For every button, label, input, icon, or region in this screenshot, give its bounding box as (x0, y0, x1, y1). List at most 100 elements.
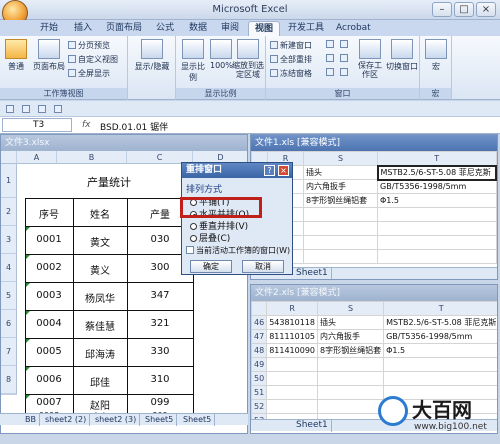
cell[interactable]: GB/T5356-1998/5mm (377, 179, 497, 194)
undo-icon[interactable] (22, 105, 30, 113)
help-icon[interactable]: ? (264, 165, 275, 176)
select-all-corner[interactable] (1, 151, 17, 164)
cell-name[interactable]: 邱海涛 (73, 346, 127, 361)
maximize-button[interactable]: □ (454, 2, 474, 17)
tab-home[interactable]: 开始 (34, 21, 64, 36)
new-window-button[interactable]: 新建窗口 (270, 40, 312, 51)
column-header-b[interactable]: B (57, 151, 127, 164)
cell-output[interactable]: 330 (127, 346, 193, 357)
column-header-r[interactable]: R (266, 301, 318, 316)
normal-view-button[interactable]: 普通 (4, 39, 28, 72)
save-workspace-button[interactable]: 保存工作区 (356, 39, 384, 79)
select-all-corner[interactable] (251, 301, 268, 316)
row-header[interactable]: 51 (251, 385, 268, 400)
column-header-t[interactable]: T (377, 151, 497, 166)
save-icon[interactable] (6, 105, 14, 113)
row-header-4[interactable]: 4 (1, 254, 17, 282)
sheet-tab[interactable]: Sheet5 (142, 414, 178, 426)
cell-id[interactable]: 0002 (25, 262, 73, 273)
cell[interactable]: GB/T5356-1998/5mm (383, 329, 497, 344)
cell[interactable]: 内六角扳手 (316, 329, 385, 344)
cell[interactable]: 8字形钢丝绳铝套 (303, 193, 378, 208)
cell-name[interactable]: 黄文 (73, 234, 127, 249)
cell-id[interactable]: 0004 (25, 318, 73, 329)
cell-id[interactable]: 0005 (25, 346, 73, 357)
tab-formulas[interactable]: 公式 (150, 21, 180, 36)
unhide-button[interactable] (326, 68, 336, 77)
cell-name[interactable]: 邱佳 (73, 374, 127, 389)
row-header-1[interactable]: 1 (1, 164, 17, 198)
sheet-tab[interactable]: Sheet5 (180, 414, 216, 426)
reset-window-button[interactable] (340, 68, 350, 77)
cell[interactable]: 插头 (316, 315, 385, 330)
zoom-button[interactable]: 显示比例 (178, 39, 208, 83)
tab-insert[interactable]: 插入 (68, 21, 98, 36)
split-button[interactable] (326, 40, 336, 49)
row-header[interactable]: 52 (251, 399, 268, 414)
active-workbook-checkbox[interactable]: 当前活动工作簿的窗口(W) (186, 245, 290, 256)
row-header[interactable]: 49 (251, 357, 268, 372)
cell-output[interactable]: 321 (127, 318, 193, 329)
option-cascade[interactable]: 层叠(C) (190, 231, 230, 244)
cell[interactable]: 插头 (303, 165, 378, 180)
cell-output[interactable]: 347 (127, 290, 193, 301)
show-hide-button[interactable]: 显示/隐藏 (132, 39, 172, 72)
row-header-9[interactable] (1, 394, 17, 395)
sheet-tab[interactable]: BB (22, 414, 40, 426)
cell[interactable]: 811410090 (266, 343, 318, 358)
custom-views-button[interactable]: 自定义视图 (68, 54, 118, 65)
column-header-s[interactable]: S (316, 301, 385, 316)
cell-name[interactable]: 杨凤华 (73, 290, 127, 305)
cell-selected[interactable]: MSTB2.5/6-ST-5.08 菲尼克斯 (376, 164, 497, 181)
tab-review[interactable]: 审阅 (215, 21, 245, 36)
row-header-6[interactable]: 6 (1, 310, 17, 338)
cell-name[interactable]: 赵阳 (73, 397, 127, 412)
cell[interactable]: 811110105 (266, 329, 318, 344)
minimize-button[interactable]: – (432, 2, 452, 17)
tab-page-layout[interactable]: 页面布局 (100, 21, 148, 36)
view-side-by-side-button[interactable] (340, 40, 350, 49)
dialog-close-icon[interactable]: × (278, 165, 289, 176)
sheet-tab[interactable]: sheet2 (3) (92, 414, 141, 426)
row-header-3[interactable]: 3 (1, 226, 17, 254)
cell-name[interactable]: 黄义 (73, 262, 127, 277)
page-break-preview-button[interactable]: 分页预览 (68, 40, 110, 51)
cell-id[interactable]: 0001 (25, 234, 73, 245)
switch-windows-button[interactable]: 切换窗口 (386, 39, 418, 72)
print-icon[interactable] (54, 105, 62, 113)
name-box[interactable]: T3 (2, 118, 72, 132)
full-screen-button[interactable]: 全屏显示 (68, 68, 110, 79)
close-button[interactable]: × (476, 2, 496, 17)
sheet-tab[interactable]: Sheet1 (293, 268, 332, 279)
ok-button[interactable]: 确定 (190, 260, 232, 273)
cell[interactable]: 8字形钢丝绳铝套 (316, 343, 385, 358)
hide-button[interactable] (326, 54, 336, 63)
tab-view[interactable]: 视图 (248, 21, 281, 36)
cell[interactable]: MSTB2.5/6-ST-5.08 菲尼克斯 (383, 315, 497, 330)
sheet-tab[interactable]: sheet2 (2) (42, 414, 91, 426)
cell-id[interactable]: 0003 (25, 290, 73, 301)
cell-id[interactable]: 0006 (25, 374, 73, 385)
zoom-100-button[interactable]: 100% (210, 39, 233, 70)
formula-input[interactable]: BSD.01.01 锯伴 (100, 120, 168, 133)
row-header[interactable]: 50 (251, 371, 268, 386)
cell-id[interactable]: 0007 (25, 397, 73, 408)
cell-name[interactable]: 蔡佳慧 (73, 318, 127, 333)
tab-data[interactable]: 数据 (183, 21, 213, 36)
cell-output[interactable]: 099 (127, 397, 193, 408)
page-layout-view-button[interactable]: 页面布局 (32, 39, 66, 72)
row-header[interactable]: 48 (251, 343, 268, 358)
column-header-s[interactable]: S (303, 151, 378, 166)
macros-button[interactable]: 宏 (424, 39, 448, 72)
column-header-a[interactable]: A (17, 151, 57, 164)
row-header[interactable]: 47 (251, 329, 268, 344)
row-header-5[interactable]: 5 (1, 282, 17, 310)
cell[interactable]: Φ1.5 (383, 343, 497, 358)
cancel-button[interactable]: 取消 (242, 260, 284, 273)
redo-icon[interactable] (38, 105, 46, 113)
cell[interactable]: 内六角扳手 (303, 179, 378, 194)
arrange-all-button[interactable]: 全部重排 (270, 54, 312, 65)
row-header[interactable]: 46 (251, 315, 268, 330)
column-header-t[interactable]: T (383, 301, 497, 316)
row-header-8[interactable]: 8 (1, 366, 17, 394)
